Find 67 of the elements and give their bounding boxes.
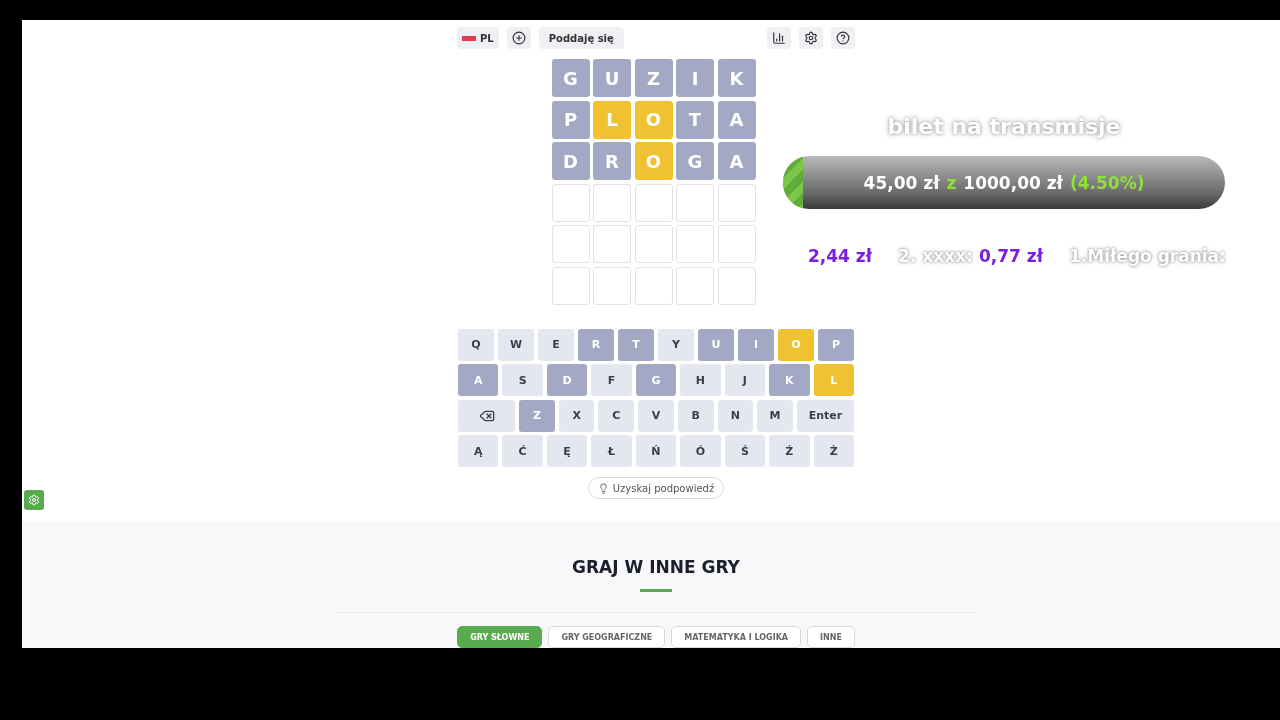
enter-key[interactable]: Enter: [796, 399, 854, 432]
donation-amount: 0,77 zł: [978, 246, 1044, 266]
letter-tile: I: [676, 59, 714, 97]
letter-key[interactable]: J: [724, 364, 766, 396]
section-title: GRAJ W INNE GRY: [572, 557, 740, 577]
settings-button[interactable]: [799, 27, 823, 49]
letter-tile: D: [551, 142, 590, 180]
give-up-button[interactable]: Poddaję się: [538, 27, 624, 49]
letter-tile: A: [717, 142, 756, 180]
letter-tile: K: [717, 59, 756, 97]
category-tab[interactable]: INNE: [807, 626, 855, 648]
hint-button[interactable]: Uzyskaj podpowiedź: [587, 477, 725, 499]
letter-tile: Z: [634, 59, 673, 97]
goal-separator: z: [946, 172, 957, 193]
donor-name: 1.Miłego grania:: [1069, 246, 1226, 266]
letter-key[interactable]: Ł: [591, 435, 632, 467]
letter-tile: G: [551, 59, 590, 97]
donor-name: 2. xxxx:: [898, 246, 973, 266]
letter-tile: R: [593, 142, 631, 180]
letter-key[interactable]: S: [502, 364, 543, 396]
goal-percent: (4.50%): [1069, 172, 1145, 193]
letter-key[interactable]: E: [538, 328, 574, 361]
language-button[interactable]: PL: [457, 27, 499, 49]
letter-tile: U: [593, 59, 631, 97]
lightbulb-icon: [597, 482, 609, 494]
category-tab[interactable]: MATEMATYKA I LOGIKA: [671, 626, 801, 648]
letter-key[interactable]: C: [598, 399, 635, 432]
letter-key[interactable]: X: [558, 399, 595, 432]
settings-icon: [28, 494, 40, 506]
letter-tile: O: [634, 100, 673, 139]
letter-key[interactable]: B: [677, 399, 714, 432]
plus-icon: [511, 31, 526, 45]
letter-key[interactable]: Ń: [635, 435, 677, 467]
letter-key[interactable]: Y: [658, 328, 694, 361]
help-icon: [836, 31, 850, 45]
letter-tile: G: [676, 142, 714, 180]
settings-icon: [804, 31, 818, 45]
goal-current: 45,00 zł: [863, 172, 940, 193]
letter-key[interactable]: Ą: [458, 435, 499, 467]
letter-tile: T: [676, 100, 714, 139]
flag-icon: [462, 35, 476, 41]
donation-amount: 2,44 zł: [808, 246, 873, 266]
letter-key[interactable]: H: [680, 364, 721, 396]
goal-target: 1000,00 zł: [963, 172, 1063, 193]
add-button[interactable]: [506, 27, 531, 49]
goal-title: bilet na transmisje: [885, 114, 1123, 139]
letter-key[interactable]: Ć: [502, 435, 543, 467]
letter-key[interactable]: Q: [458, 328, 494, 361]
letter-key[interactable]: Ę: [546, 435, 588, 467]
letter-key[interactable]: Ó: [680, 435, 721, 467]
chart-icon: [772, 31, 786, 45]
category-tab[interactable]: GRY GEOGRAFICZNE: [548, 626, 666, 648]
letter-tile: O: [634, 142, 673, 180]
letter-tile: P: [551, 100, 590, 139]
letter-key[interactable]: F: [591, 364, 632, 396]
stats-button[interactable]: [767, 27, 791, 49]
letter-key[interactable]: Ź: [769, 435, 810, 467]
letter-key[interactable]: N: [717, 399, 754, 432]
letter-key[interactable]: Ż: [813, 435, 854, 467]
letter-key[interactable]: M: [757, 399, 793, 432]
letter-key[interactable]: V: [638, 399, 674, 432]
letter-key[interactable]: W: [498, 328, 534, 361]
help-button[interactable]: [831, 27, 855, 49]
letter-key[interactable]: Ś: [724, 435, 766, 467]
letter-tile: A: [717, 100, 756, 139]
backspace-key[interactable]: [458, 399, 516, 432]
letter-tile: L: [593, 100, 631, 139]
